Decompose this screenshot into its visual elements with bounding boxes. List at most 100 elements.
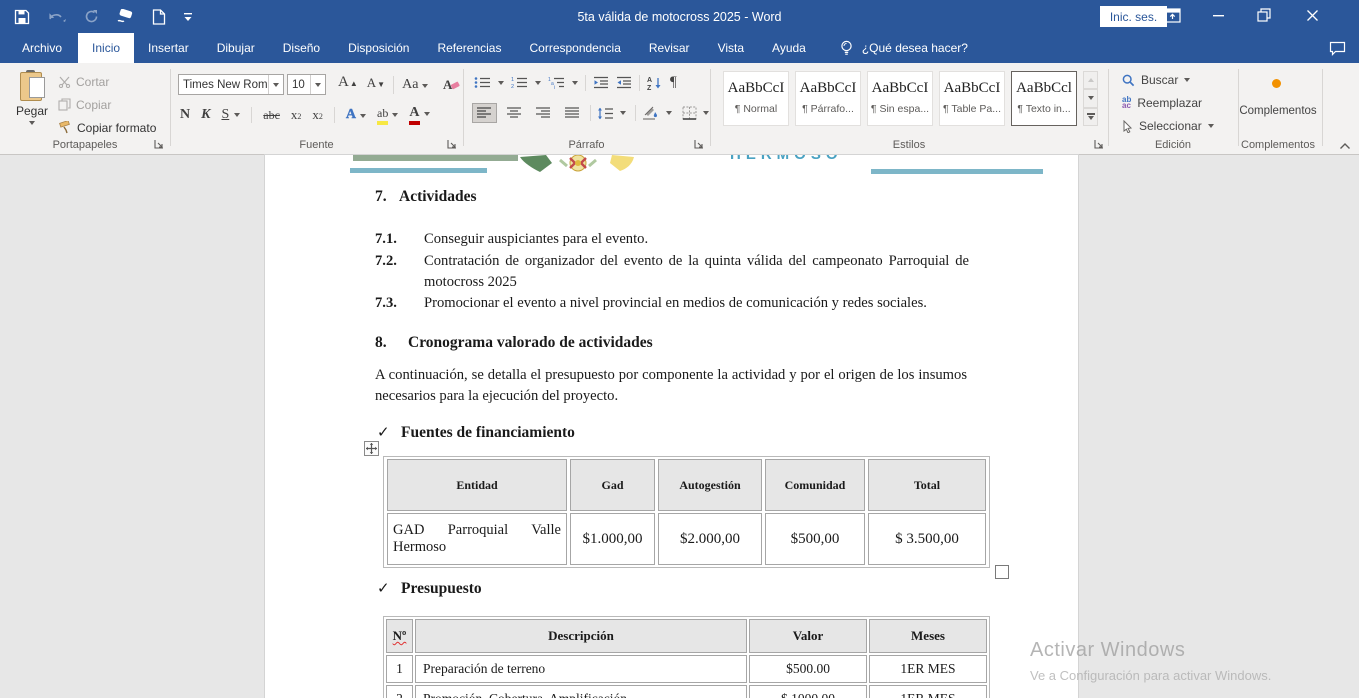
decrease-indent-button[interactable] bbox=[593, 76, 609, 89]
funding-header-gad[interactable]: Gad bbox=[570, 459, 655, 511]
close-icon[interactable] bbox=[1297, 0, 1327, 30]
tab-revisar[interactable]: Revisar bbox=[635, 33, 704, 63]
budget-cell-2-meses[interactable]: 1ER MES bbox=[869, 685, 987, 698]
replace-button[interactable]: abac Reemplazar bbox=[1122, 95, 1202, 111]
borders-dropdown-icon[interactable] bbox=[703, 111, 709, 115]
tab-disposicion[interactable]: Disposición bbox=[334, 33, 423, 63]
bullets-dropdown-icon[interactable] bbox=[498, 81, 504, 85]
style-chip-normal[interactable]: AaBbCcI ¶ Normal bbox=[723, 71, 789, 126]
funding-header-entidad[interactable]: Entidad bbox=[387, 459, 567, 511]
funding-cell-autogestion[interactable]: $2.000,00 bbox=[658, 513, 762, 565]
tab-dibujar[interactable]: Dibujar bbox=[203, 33, 269, 63]
styles-more-icon[interactable] bbox=[1083, 108, 1098, 126]
strikethrough-button[interactable]: abc bbox=[263, 108, 280, 123]
paragraph-dialog-launcher[interactable] bbox=[694, 139, 705, 150]
styles-scroll-down-icon[interactable] bbox=[1083, 89, 1098, 107]
style-chip-texto-independiente[interactable]: AaBbCcl ¶ Texto in... bbox=[1011, 71, 1077, 126]
qat-customize-icon[interactable] bbox=[183, 11, 193, 23]
funding-table[interactable]: Entidad Gad Autogestión Comunidad Total … bbox=[383, 456, 990, 568]
paste-button[interactable]: Pegar bbox=[10, 70, 54, 142]
align-center-button[interactable] bbox=[503, 104, 526, 122]
minimize-icon[interactable] bbox=[1203, 0, 1233, 30]
draw-eraser-icon[interactable] bbox=[116, 9, 135, 24]
intro-paragraph[interactable]: A continuación, se detalla el presupuest… bbox=[375, 365, 967, 407]
save-icon[interactable] bbox=[14, 9, 30, 25]
text-effects-button[interactable]: A bbox=[346, 107, 366, 123]
feedback-icon[interactable] bbox=[1326, 37, 1348, 59]
budget-header-meses[interactable]: Meses bbox=[869, 619, 987, 653]
clear-formatting-button[interactable]: A bbox=[443, 77, 460, 93]
justify-button[interactable] bbox=[561, 104, 584, 122]
line-spacing-button[interactable] bbox=[597, 107, 614, 120]
funding-cell-gad[interactable]: $1.000,00 bbox=[570, 513, 655, 565]
grow-font-button[interactable]: A▲ bbox=[338, 74, 358, 95]
sort-button[interactable]: AZ bbox=[647, 76, 663, 90]
pilcrow-button[interactable]: ¶ bbox=[670, 74, 677, 91]
funding-cell-comunidad[interactable]: $500,00 bbox=[765, 513, 865, 565]
budget-header-descripcion[interactable]: Descripción bbox=[415, 619, 747, 653]
line-spacing-dropdown-icon[interactable] bbox=[620, 111, 626, 115]
budget-cell-2-num[interactable]: 2 bbox=[386, 685, 413, 698]
shading-button[interactable] bbox=[642, 106, 660, 120]
font-color-button[interactable]: A bbox=[409, 105, 429, 125]
underline-button[interactable]: S bbox=[221, 107, 229, 123]
align-right-button[interactable] bbox=[532, 104, 555, 122]
tab-vista[interactable]: Vista bbox=[704, 33, 758, 63]
numbering-dropdown-icon[interactable] bbox=[535, 81, 541, 85]
tab-diseno[interactable]: Diseño bbox=[269, 33, 334, 63]
shrink-font-button[interactable]: A▼ bbox=[367, 75, 385, 95]
document-page[interactable]: HERMOSO 7.Actividades 7.1.Conseguir ausp… bbox=[265, 155, 1078, 698]
tab-archivo[interactable]: Archivo bbox=[6, 33, 78, 63]
budget-cell-1-desc[interactable]: Preparación de terreno bbox=[415, 655, 747, 683]
find-button[interactable]: Buscar bbox=[1122, 72, 1190, 88]
section-7-heading[interactable]: 7.Actividades bbox=[375, 188, 477, 206]
activity-item-7-1[interactable]: 7.1.Conseguir auspiciantes para el event… bbox=[375, 229, 969, 250]
funding-header-total[interactable]: Total bbox=[868, 459, 986, 511]
font-size-combobox[interactable]: 10 bbox=[287, 74, 326, 95]
funding-heading[interactable]: ✓Fuentes de financiamiento bbox=[377, 423, 575, 442]
underline-dropdown-icon[interactable] bbox=[234, 113, 240, 117]
format-painter-button[interactable]: Copiar formato bbox=[58, 116, 156, 139]
multilevel-list-button[interactable]: 1ai bbox=[548, 76, 565, 89]
multilevel-dropdown-icon[interactable] bbox=[572, 81, 578, 85]
numbering-button[interactable]: 12 bbox=[511, 76, 528, 89]
tab-insertar[interactable]: Insertar bbox=[134, 33, 203, 63]
new-document-icon[interactable] bbox=[152, 9, 166, 25]
tab-referencias[interactable]: Referencias bbox=[423, 33, 515, 63]
table-resize-handle[interactable] bbox=[995, 565, 1009, 579]
font-dialog-launcher[interactable] bbox=[447, 139, 458, 150]
activity-item-7-3[interactable]: 7.3.Promocionar el evento a nivel provin… bbox=[375, 293, 969, 314]
tab-inicio[interactable]: Inicio bbox=[78, 33, 134, 63]
activity-item-7-2[interactable]: 7.2.Contratación de organizador del even… bbox=[375, 251, 969, 293]
styles-scroll-up-icon[interactable] bbox=[1083, 71, 1098, 89]
budget-cell-2-desc[interactable]: Promoción, Cobertura, Amplificación. bbox=[415, 685, 747, 698]
budget-heading[interactable]: ✓Presupuesto bbox=[377, 579, 482, 598]
select-button[interactable]: Seleccionar bbox=[1122, 118, 1214, 134]
tab-correspondencia[interactable]: Correspondencia bbox=[515, 33, 634, 63]
styles-dialog-launcher[interactable] bbox=[1094, 139, 1105, 150]
ribbon-display-options-icon[interactable] bbox=[1157, 0, 1187, 30]
funding-cell-total[interactable]: $ 3.500,00 bbox=[868, 513, 986, 565]
change-case-button[interactable]: Aa bbox=[402, 77, 428, 93]
borders-button[interactable] bbox=[682, 106, 697, 120]
clipboard-dialog-launcher[interactable] bbox=[154, 139, 165, 150]
subscript-button[interactable]: x2 bbox=[291, 107, 302, 123]
font-name-combobox[interactable]: Times New Roma bbox=[178, 74, 284, 95]
increase-indent-button[interactable] bbox=[616, 76, 632, 89]
section-8-heading[interactable]: 8.Cronograma valorado de actividades bbox=[375, 334, 653, 352]
budget-header-numero[interactable]: Nº bbox=[386, 619, 413, 653]
restore-icon[interactable] bbox=[1249, 0, 1279, 30]
italic-button[interactable]: K bbox=[201, 107, 210, 123]
superscript-button[interactable]: x2 bbox=[312, 107, 323, 123]
funding-header-comunidad[interactable]: Comunidad bbox=[765, 459, 865, 511]
tab-ayuda[interactable]: Ayuda bbox=[758, 33, 820, 63]
budget-cell-1-valor[interactable]: $500.00 bbox=[749, 655, 867, 683]
tell-me-box[interactable]: ¿Qué desea hacer? bbox=[840, 33, 968, 63]
bullets-button[interactable] bbox=[474, 76, 491, 89]
shading-dropdown-icon[interactable] bbox=[666, 111, 672, 115]
collapse-ribbon-icon[interactable] bbox=[1339, 142, 1351, 150]
budget-cell-2-valor[interactable]: $ 1000,00 bbox=[749, 685, 867, 698]
budget-table[interactable]: Nº Descripción Valor Meses 1 Preparación… bbox=[383, 616, 990, 698]
style-chip-table-paragraph[interactable]: AaBbCcI ¶ Table Pa... bbox=[939, 71, 1005, 126]
table-move-handle-icon[interactable] bbox=[364, 441, 379, 456]
